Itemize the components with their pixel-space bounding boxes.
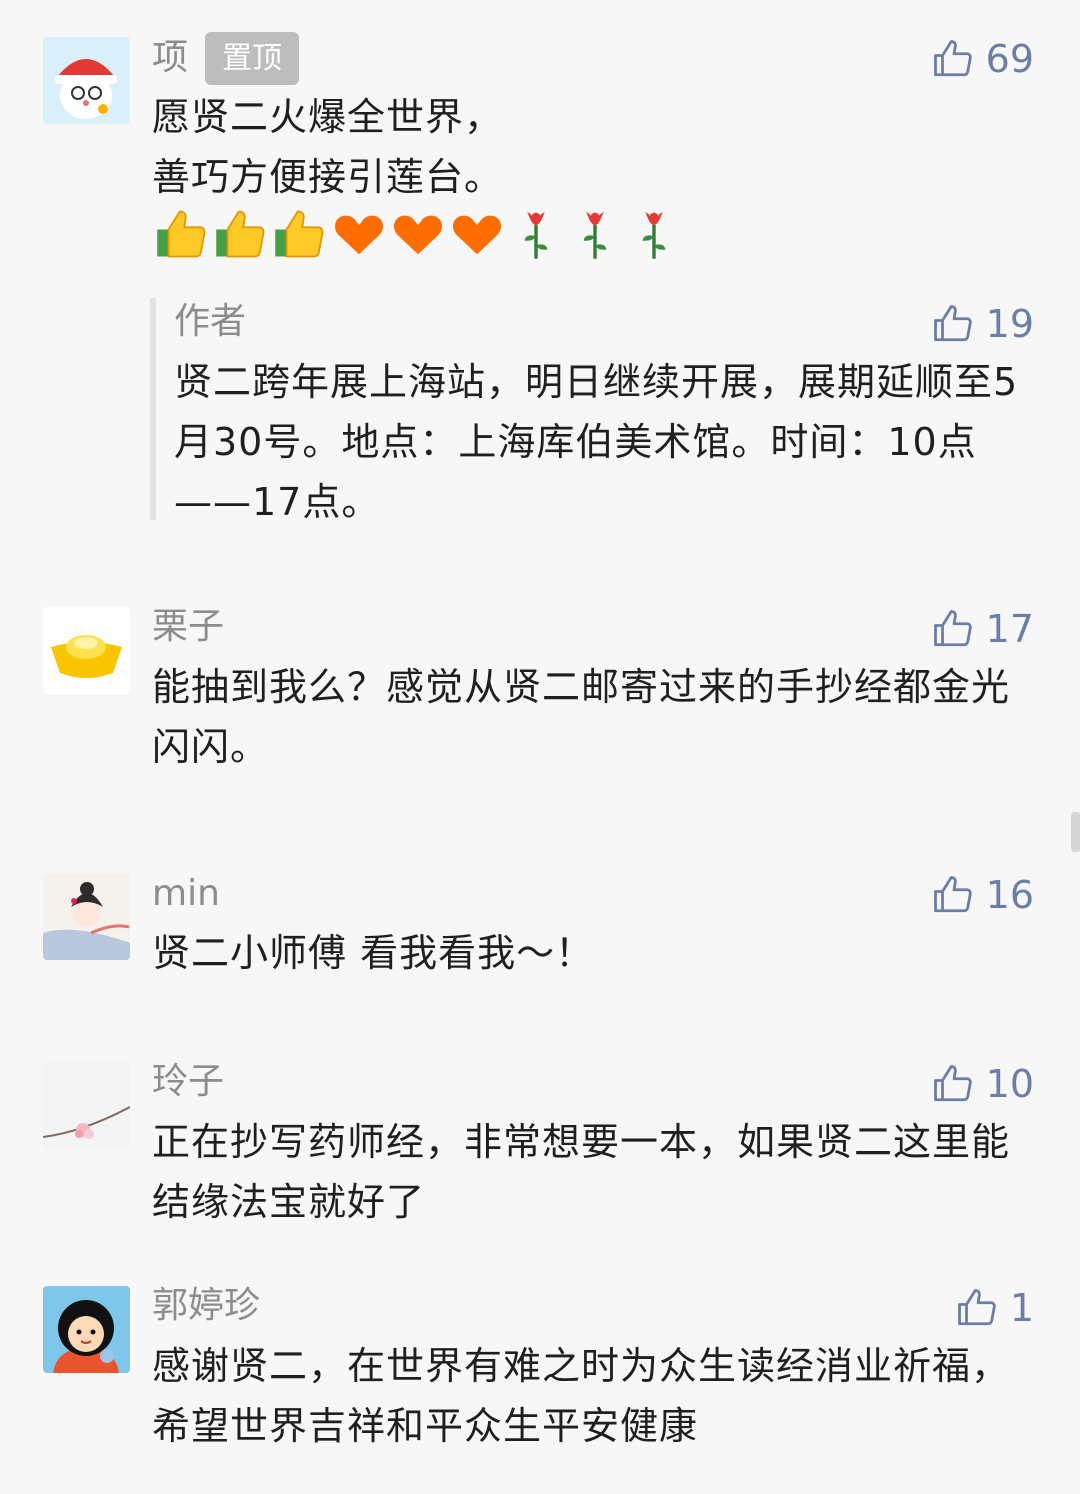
avatar[interactable] [43,1062,130,1149]
comment-text: 感谢贤二，在世界有难之时为众生读经消业祈福，希望世界吉祥和平众生平安健康 [152,1344,1011,1448]
pinned-badge: 置顶 [205,32,299,85]
heart-emoji-icon [391,207,450,263]
like-button[interactable]: 17 [932,607,1034,651]
comment-text: 能抽到我么？感觉从贤二邮寄过来的手抄经都金光闪闪。 [152,665,1011,769]
rose-emoji-icon [509,207,568,263]
like-count: 19 [985,302,1034,346]
heart-emoji-icon [450,207,509,263]
thumbs-up-emoji-icon [155,207,214,263]
emoji-row [155,207,686,263]
author-reply-bar [150,298,156,520]
commenter-name: min [152,873,220,914]
blossom-branch-avatar-icon [43,1062,130,1149]
like-button[interactable]: 69 [932,37,1034,81]
thumbs-up-emoji-icon [214,207,273,263]
thumbs-up-icon [933,1065,972,1102]
comment-text: 愿贤二火爆全世界， 善巧方便接引莲台。 [152,95,504,199]
like-count: 69 [985,37,1034,81]
thumbs-up-icon [933,40,972,77]
avatar[interactable] [43,873,130,960]
comment-text: 正在抄写药师经，非常想要一本，如果贤二这里能结缘法宝就好了 [152,1120,1011,1224]
commenter-name: 栗子 [152,606,225,647]
scrollbar[interactable] [1071,812,1080,852]
reply-like-button[interactable]: 19 [932,302,1034,346]
rose-emoji-icon [568,207,627,263]
thumbs-up-icon [933,610,972,647]
reply-text: 贤二跨年展上海站，明日继续开展，展期延顺至5月30号。地点：上海库伯美术馆。时间… [174,360,1019,524]
like-button[interactable]: 1 [956,1286,1034,1330]
gold-ingot-avatar-icon [43,607,130,694]
heart-emoji-icon [332,207,391,263]
reply-author-name: 作者 [174,301,247,342]
avatar-image [43,37,130,124]
like-count: 1 [1009,1286,1034,1330]
thumbs-up-icon [933,305,972,342]
avatar[interactable] [43,607,130,694]
commenter-name: 项 [152,37,189,78]
avatar[interactable] [43,1286,130,1373]
thumbs-up-icon [933,876,972,913]
like-count: 17 [985,607,1034,651]
like-count: 10 [985,1062,1034,1106]
cartoon-girl-avatar-icon [43,1286,130,1373]
like-button[interactable]: 16 [932,873,1034,917]
rose-emoji-icon [627,207,686,263]
comment-text: 贤二小师傅 看我看我～！ [152,931,595,975]
avatar[interactable] [43,37,130,124]
thumbs-up-icon [957,1289,996,1326]
painted-lady-avatar-icon [43,873,130,960]
like-button[interactable]: 10 [932,1062,1034,1106]
commenter-name: 郭婷珍 [152,1285,261,1326]
like-count: 16 [985,873,1034,917]
commenter-name: 玲子 [152,1061,225,1102]
thumbs-up-emoji-icon [273,207,332,263]
